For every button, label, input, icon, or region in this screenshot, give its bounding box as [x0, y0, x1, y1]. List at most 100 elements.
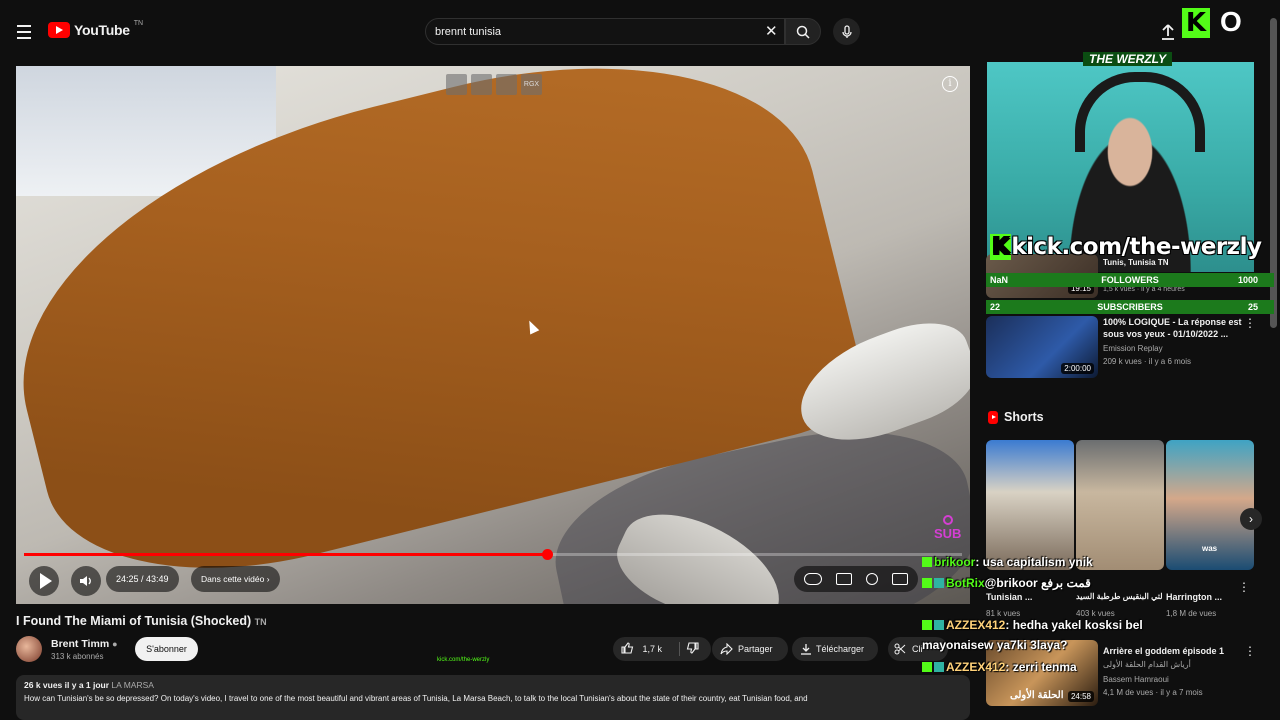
channel-name[interactable]: Brent Timm ●: [51, 638, 118, 650]
short-thumbnail-1[interactable]: [986, 440, 1074, 570]
subtitles-icon[interactable]: [836, 573, 852, 585]
share-button[interactable]: Partager: [712, 637, 788, 661]
progress-bar[interactable]: [24, 549, 962, 560]
kick-badge-icon: [922, 578, 932, 588]
like-button[interactable]: 1,7 k: [621, 637, 662, 661]
subscriber-count: 313 k abonnés: [51, 652, 104, 661]
play-button[interactable]: [29, 566, 59, 596]
description-box[interactable]: 26 k vues il y a 1 jour LA MARSA How can…: [16, 675, 970, 720]
search-button[interactable]: [785, 18, 821, 45]
settings-gear-icon[interactable]: [866, 573, 878, 585]
dislike-button[interactable]: [679, 642, 699, 656]
upload-icon[interactable]: [1160, 23, 1176, 41]
account-avatar[interactable]: O: [1220, 6, 1242, 38]
video-frame: [16, 66, 970, 604]
chat-message-1: brikoor: usa capitalism ynik: [922, 555, 1093, 569]
chapters-label: Dans cette vidéo: [201, 574, 265, 584]
short-more-options-icon[interactable]: ⋮: [1238, 580, 1250, 594]
shorts-icon: [988, 410, 998, 424]
short-3-overlay-text: was: [1202, 544, 1218, 553]
clip-label: Cli: [912, 644, 923, 654]
chat-text-2: @brikoor قمت برفع: [984, 576, 1091, 590]
logo-region: TN: [133, 19, 144, 27]
kick-logo-icon: K: [1182, 8, 1210, 38]
followers-bar: FOLLOWERS NaN 1000: [986, 273, 1274, 287]
subscribe-button[interactable]: S'abonner: [135, 637, 198, 661]
sub-badge: SUB: [934, 514, 961, 540]
short-2-views: 403 k vues: [1076, 609, 1115, 618]
chat-text-1: : usa capitalism ynik: [975, 555, 1093, 569]
recommended-meta: 209 k vues · il y a 6 mois: [1103, 357, 1192, 366]
chat-user-2: BotRix: [946, 576, 985, 590]
volume-button[interactable]: [71, 566, 101, 596]
overlay-buttons: RGX: [446, 74, 542, 95]
recommended-video[interactable]: 2:00:00 100% LOGIQUE - La réponse est so…: [986, 316, 1270, 380]
short-thumbnail-3[interactable]: was: [1166, 440, 1254, 570]
video-title: I Found The Miami of Tunisia (Shocked) T…: [16, 614, 267, 628]
streamer-title: THE WERZLY: [1083, 52, 1173, 66]
shorts-header: Shorts: [988, 410, 1044, 424]
video-player[interactable]: RGX i SUB 24:25 / 43:49 Dans cette vidéo…: [16, 66, 970, 604]
thumbs-up-icon: [621, 642, 634, 654]
kick-url-small: kick.com/the-werzly: [437, 657, 490, 663]
sub-badge-icon: [934, 620, 944, 630]
miniplayer-icon[interactable]: [892, 573, 908, 585]
subscribers-left: 22: [990, 302, 1001, 312]
more-options-icon-2[interactable]: ⋮: [1244, 644, 1256, 658]
download-button[interactable]: Télécharger: [792, 637, 878, 661]
short-3-title: Harrington ...: [1166, 592, 1222, 602]
followers-left: NaN: [990, 275, 1009, 285]
thumbs-down-icon: [686, 642, 699, 654]
video-duration-2: 24:58: [1067, 691, 1094, 702]
sub-badge-label: SUB: [934, 526, 962, 541]
chat-text-3b: mayonaisew ya7ki 3laya?: [922, 638, 1068, 652]
video-title-text: I Found The Miami of Tunisia (Shocked): [16, 614, 252, 628]
description-meta: 26 k vues il y a 1 jour LA MARSA: [24, 680, 154, 690]
overlay-button-2[interactable]: [471, 74, 492, 95]
chapters-button[interactable]: Dans cette vidéo ›: [191, 566, 280, 592]
progress-scrubber[interactable]: [541, 549, 553, 560]
voice-search-button[interactable]: [833, 18, 860, 45]
kick-url-overlay: Kkick.com/the-werzly: [990, 234, 1262, 260]
views-and-date: 26 k vues il y a 1 jour: [24, 680, 110, 690]
shorts-label: Shorts: [1004, 410, 1044, 424]
overlay-button-3[interactable]: [496, 74, 517, 95]
chat-message-4: AZZEX412: zerri tenma: [922, 660, 1077, 674]
verified-icon: ●: [112, 639, 118, 649]
like-count: 1,7 k: [642, 644, 663, 654]
clear-search-icon[interactable]: ✕: [765, 24, 778, 39]
followers-label: FOLLOWERS: [1101, 275, 1159, 285]
overlay-button-1[interactable]: [446, 74, 467, 95]
video-duration: 2:00:00: [1061, 363, 1094, 374]
youtube-play-icon: [48, 22, 70, 38]
like-dislike-group: 1,7 k: [613, 637, 711, 661]
kick-badge-icon: [922, 557, 932, 567]
youtube-logo[interactable]: YouTube TN: [48, 19, 144, 38]
short-1-title: Tunisian ...: [986, 592, 1033, 602]
chat-message-2: BotRix@brikoor قمت برفع: [922, 576, 1091, 590]
search-input[interactable]: brennt tunisia ✕: [425, 18, 785, 45]
time-display: 24:25 / 43:49: [106, 566, 179, 592]
hamburger-menu-icon[interactable]: [12, 20, 36, 44]
more-options-icon[interactable]: ⋮: [1244, 316, 1256, 330]
microphone-icon: [841, 24, 852, 38]
channel-avatar[interactable]: [16, 636, 42, 662]
recommended-channel-2: Bassem Hamraoui: [1103, 675, 1169, 684]
autoplay-toggle-icon[interactable]: [804, 573, 822, 585]
shorts-next-arrow-icon[interactable]: ›: [1240, 508, 1262, 530]
short-thumbnail-2[interactable]: [1076, 440, 1164, 570]
channel-name-text: Brent Timm: [51, 638, 110, 650]
description-text: How can Tunisian's be so depressed? On t…: [24, 694, 808, 703]
kick-badge-icon: [922, 662, 932, 672]
short-2-title: ستراك التي البنقيس طرطبة السيد ...: [1076, 592, 1162, 601]
overlay-button-rgx[interactable]: RGX: [521, 74, 542, 95]
chat-user-3: AZZEX412: [946, 618, 1006, 632]
sub-badge-icon: [934, 662, 944, 672]
kick-url-logo: K: [990, 234, 1012, 260]
recommended-title-2: Arrière el goddem épisode 1: [1103, 646, 1225, 656]
location-tag[interactable]: LA MARSA: [111, 680, 154, 690]
logo-text: YouTube: [74, 22, 130, 38]
bot-badge-icon: [934, 578, 944, 588]
recommended-meta-2: 4,1 M de vues · il y a 7 mois: [1103, 688, 1203, 697]
info-icon[interactable]: i: [942, 76, 958, 92]
